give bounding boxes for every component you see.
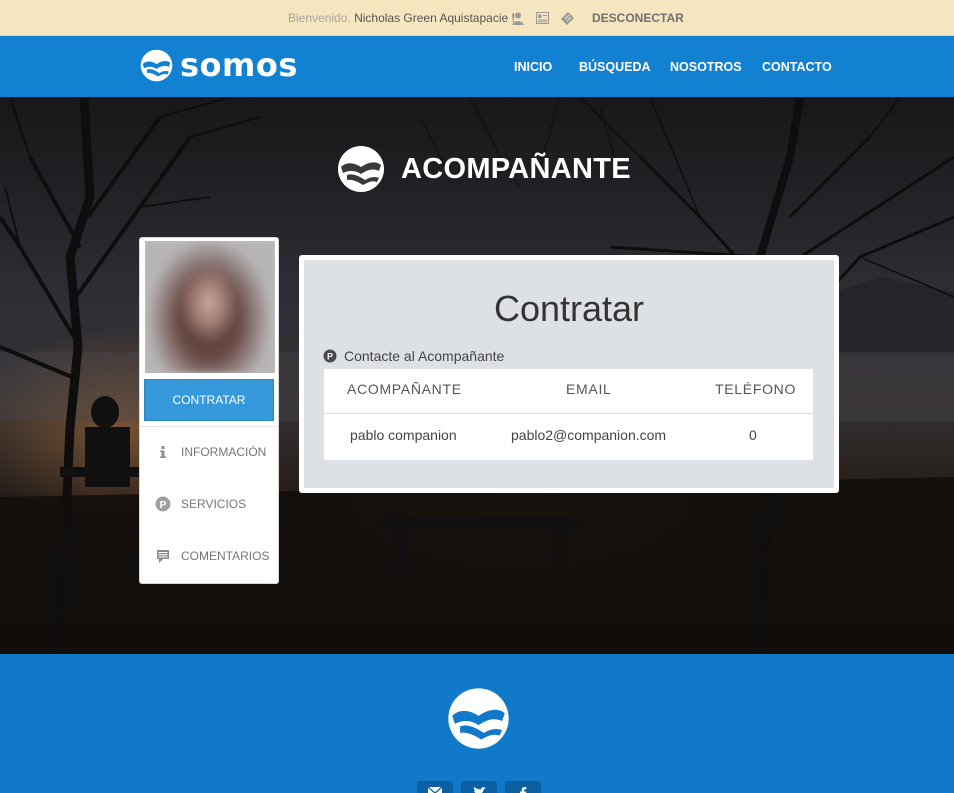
- sidebar-item-servicios[interactable]: P SERVICIOS: [140, 490, 278, 518]
- info-icon: [155, 444, 171, 460]
- hero-heading: ACOMPAÑANTE: [337, 145, 631, 193]
- svg-text:P: P: [327, 352, 333, 362]
- hug-logo-icon: [140, 49, 173, 82]
- facebook-icon[interactable]: [505, 781, 541, 793]
- table-cell-phone: 0: [749, 427, 757, 443]
- table-cell-name: pablo companion: [350, 427, 457, 443]
- welcome-bar: Bienvenido, Nicholas Green Aquistapacie …: [0, 0, 954, 36]
- site-footer: [0, 654, 954, 793]
- logout-link[interactable]: DESCONECTAR: [592, 11, 684, 25]
- table-header: ACOMPAÑANTE: [347, 381, 462, 397]
- sidebar-item-informacion[interactable]: INFORMACIÓN: [140, 438, 278, 466]
- welcome-text: Bienvenido, Nicholas Green Aquistapacie …: [288, 11, 515, 25]
- sidebar-item-label: COMENTARIOS: [181, 549, 270, 563]
- nav-contacto[interactable]: CONTACTO: [762, 60, 832, 74]
- comments-icon: [155, 548, 171, 564]
- hire-panel: Contratar P Contacte al Acompañante ACOM…: [299, 255, 839, 493]
- hug-logo-icon: [448, 688, 509, 749]
- svg-text:P: P: [160, 500, 167, 511]
- greeting-label: Bienvenido,: [288, 11, 351, 25]
- twitter-icon[interactable]: [461, 781, 497, 793]
- hire-button[interactable]: CONTRATAR: [144, 379, 274, 421]
- page-title: ACOMPAÑANTE: [401, 152, 631, 185]
- contact-note: P Contacte al Acompañante: [323, 348, 504, 364]
- user-icon[interactable]: [510, 10, 526, 26]
- ticket-icon[interactable]: [559, 10, 575, 26]
- companion-table: ACOMPAÑANTE EMAIL TELÉFONO pablo compani…: [324, 369, 813, 460]
- parking-icon: P: [323, 349, 337, 363]
- contact-note-text: Contacte al Acompañante: [344, 348, 505, 364]
- brand-logo[interactable]: somos: [140, 49, 298, 82]
- hero-section: ACOMPAÑANTE CONTRATAR INFORMACIÓN P SERV…: [0, 97, 954, 654]
- services-icon: P: [155, 496, 171, 512]
- table-divider: [324, 413, 813, 414]
- nav-busqueda[interactable]: BÚSQUEDA: [579, 60, 651, 74]
- table-header: EMAIL: [566, 381, 612, 397]
- nav-inicio[interactable]: INICIO: [514, 60, 552, 74]
- profile-photo: [145, 241, 275, 373]
- email-icon[interactable]: [417, 781, 453, 793]
- panel-title: Contratar: [493, 288, 645, 329]
- hug-logo-icon: [338, 146, 384, 192]
- hire-panel-body: Contratar P Contacte al Acompañante ACOM…: [304, 260, 834, 488]
- sidebar-item-comentarios[interactable]: COMENTARIOS: [140, 542, 278, 570]
- sidebar-item-label: SERVICIOS: [181, 497, 247, 511]
- table-cell-email: pablo2@companion.com: [511, 427, 667, 443]
- profile-sidebar: CONTRATAR INFORMACIÓN P SERVICIOS COMENT…: [139, 237, 279, 584]
- profile-photo-blurred: [145, 241, 275, 373]
- main-navbar: somos INICIO BÚSQUEDA NOSOTROS CONTACTO: [0, 36, 954, 97]
- brand-name: somos: [180, 46, 298, 84]
- profile-card-icon[interactable]: [534, 10, 550, 26]
- sidebar-divider: [140, 426, 278, 427]
- user-name: Nicholas Green Aquistapacie !: [354, 11, 515, 25]
- sidebar-item-label: INFORMACIÓN: [181, 445, 267, 459]
- table-header: TELÉFONO: [715, 381, 797, 397]
- nav-nosotros[interactable]: NOSOTROS: [670, 60, 742, 74]
